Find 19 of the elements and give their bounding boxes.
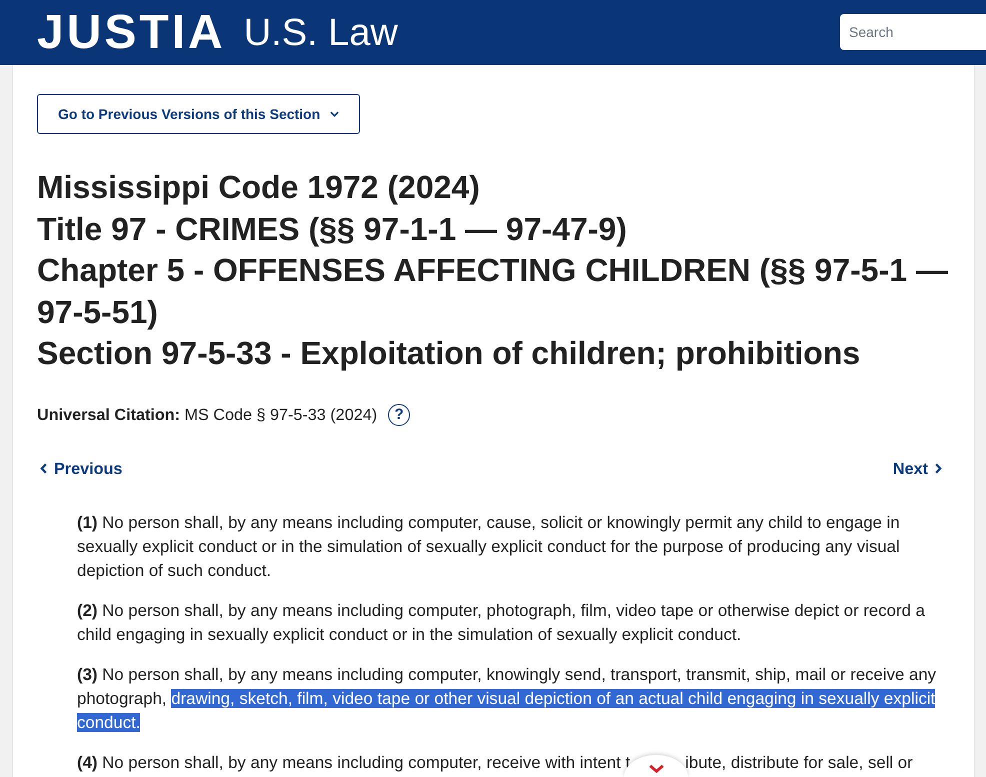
heading-line: Section 97-5-33 - Exploitation of children; prohibitions — [37, 334, 862, 373]
search-field[interactable]: Search — [840, 14, 986, 50]
help-icon[interactable]: ? — [388, 404, 410, 426]
site-logo[interactable]: JUSTIA — [37, 8, 226, 56]
chevron-down-icon — [330, 111, 340, 117]
citation-text: Universal Citation: MS Code § 97-5-33 (2024) — [37, 404, 378, 426]
previous-link[interactable]: Previous — [40, 456, 122, 480]
chevron-left-icon — [40, 463, 47, 474]
heading-line: Title 97 - CRIMES (§§ 97-1-1 — 97-47-9) — [37, 210, 628, 249]
statute-paragraph: (1) No person shall, by any means including computer, cause, solicit or knowingly permit any child to engage in sexually explicit conduct or in the simulation of sexually explicit conduct for the purpose of producing any visual depiction of such conduct. — [77, 512, 901, 582]
heading-line: Chapter 5 - OFFENSES AFFECTING CHILDREN (§§ 97-5-1 — 97-5-51) — [37, 251, 949, 332]
next-link[interactable]: Next — [892, 456, 942, 480]
statute-paragraph: ibute, distribute for sale, sell or — [685, 752, 913, 774]
previous-versions-button[interactable]: Go to Previous Versions of this Section — [37, 94, 360, 134]
heading-line: Mississippi Code 1972 (2024) — [37, 168, 481, 207]
statute-paragraph: (2) No person shall, by any means including computer, photograph, film, video tape or otherwise depict or record a child engaging in sexually explicit conduct or in the simulation of sexually explicit conduct. — [77, 600, 926, 646]
chevron-right-icon — [935, 463, 942, 474]
chevron-down-icon — [648, 764, 665, 772]
section-title: U.S. Law — [244, 14, 398, 52]
